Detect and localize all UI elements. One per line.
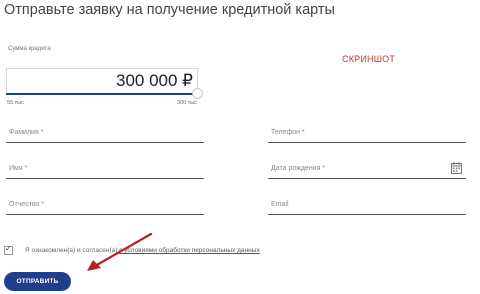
birthdate-field[interactable]: Дата рождения *	[268, 161, 466, 179]
credit-amount-label: Сумма кредита	[8, 46, 51, 52]
patronymic-placeholder: Отчество *	[9, 201, 45, 208]
slider-min-label: 55 тыс	[7, 100, 24, 106]
checkmark-icon: ✓	[5, 244, 12, 253]
credit-amount-input[interactable]: 300 000 ₽	[6, 68, 198, 94]
page-title: Отправьте заявку на получение кредитной …	[4, 2, 335, 18]
calendar-icon[interactable]	[451, 161, 462, 179]
consent-checkbox[interactable]: ✓	[4, 244, 13, 255]
surname-placeholder: Фамилия *	[9, 129, 44, 136]
email-placeholder: Email	[271, 201, 289, 208]
credit-amount-slider-handle[interactable]	[192, 88, 203, 99]
name-field[interactable]: Имя *	[6, 164, 204, 179]
slider-max-label: 300 тыс	[177, 100, 197, 106]
phone-field[interactable]: Телефон *	[268, 128, 466, 143]
patronymic-field[interactable]: Отчество *	[6, 200, 204, 215]
name-placeholder: Имя *	[9, 165, 28, 172]
birthdate-placeholder: Дата рождения *	[271, 165, 326, 172]
screenshot-stamp: СКРИНШОТ	[342, 54, 396, 64]
surname-field[interactable]: Фамилия *	[6, 128, 204, 143]
email-field[interactable]: Email	[268, 200, 466, 215]
annotation-arrow-icon	[85, 232, 155, 279]
phone-placeholder: Телефон *	[271, 129, 305, 136]
credit-amount-slider-track[interactable]	[6, 93, 198, 95]
submit-button[interactable]: ОТПРАВИТЬ	[4, 272, 71, 291]
credit-amount-value: 300 000 ₽	[116, 71, 193, 90]
